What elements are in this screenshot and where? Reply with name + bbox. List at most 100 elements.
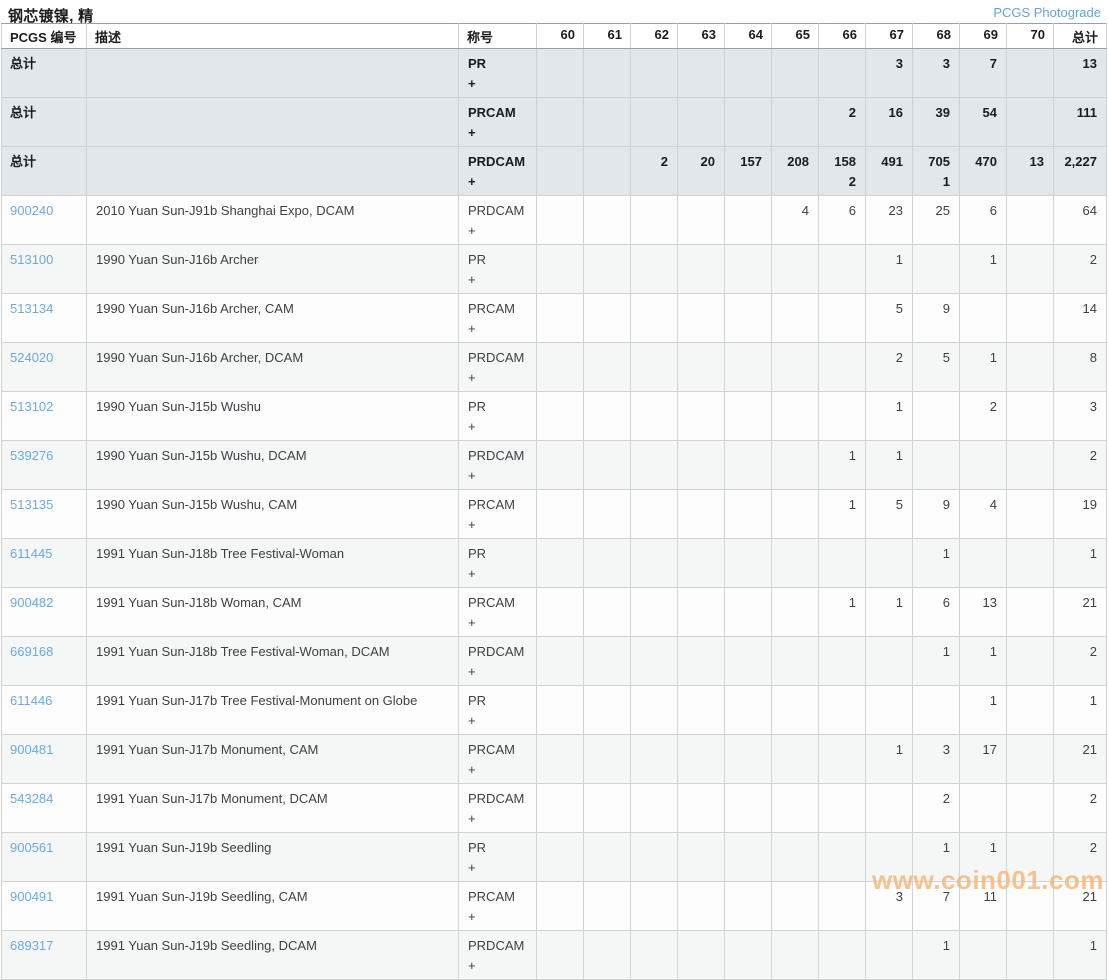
grade-count: 2 <box>895 350 903 365</box>
pcgs-number-link[interactable]: 611446 <box>10 693 52 708</box>
grade-65-cell <box>771 489 819 539</box>
summary-grade-65 <box>771 97 819 147</box>
coin-description: 1990 Yuan Sun-J15b Wushu, CAM <box>86 489 459 539</box>
grade-62-cell <box>630 244 678 294</box>
grade-60-cell <box>536 881 584 931</box>
grade-66-cell: 1 <box>818 440 866 490</box>
grade-70-cell <box>1006 881 1054 931</box>
pcgs-number-link[interactable]: 524020 <box>10 350 53 365</box>
grade-65-cell <box>771 391 819 441</box>
pcgs-number-link[interactable]: 900240 <box>10 203 53 218</box>
grade-70-cell <box>1006 342 1054 392</box>
summary-grade-63: 20 <box>677 146 725 196</box>
col-header-grade-61: 61 <box>583 23 631 49</box>
col-header-grade-64: 64 <box>724 23 772 49</box>
designation-cell: PRCAM + <box>458 881 537 931</box>
pcgs-number-link[interactable]: 513100 <box>10 252 53 267</box>
grade-60-cell <box>536 930 584 980</box>
grade-count: 4 <box>989 497 997 512</box>
grade-68-cell: 7 <box>912 881 960 931</box>
pcgs-number-link[interactable]: 539276 <box>10 448 53 463</box>
designation-plus: + <box>468 419 476 434</box>
grade-count: 1 <box>942 546 950 561</box>
pcgs-number-link[interactable]: 900481 <box>10 742 53 757</box>
grade-64-cell <box>724 342 772 392</box>
row-total: 1 <box>1053 930 1107 980</box>
grade-67-cell: 5 <box>865 489 913 539</box>
pcgs-number-link[interactable]: 513135 <box>10 497 53 512</box>
pcgs-photograde-link[interactable]: PCGS Photograde <box>993 5 1101 20</box>
row-total: 2 <box>1053 783 1107 833</box>
col-header-grade-67: 67 <box>865 23 913 49</box>
summary-grade-69: 470 <box>959 146 1007 196</box>
table-row: 900491 1991 Yuan Sun-J19b Seedling, CAM PR… <box>1 881 1107 931</box>
grade-65-cell <box>771 538 819 588</box>
table-row: 611445 1991 Yuan Sun-J18b Tree Festival-W… <box>1 538 1107 588</box>
pcgs-number-link[interactable]: 900491 <box>10 889 53 904</box>
summary-row: 总计 PR +3 3 7 13 <box>1 48 1107 98</box>
grade-70-cell <box>1006 587 1054 637</box>
summary-grade-67: 16 <box>865 97 913 147</box>
summary-total-label: 总计 <box>1 146 87 196</box>
grade-66-cell <box>818 293 866 343</box>
pcgs-number-link[interactable]: 900561 <box>10 840 53 855</box>
grade-count: 1 <box>895 252 903 267</box>
pcgs-number-link[interactable]: 611445 <box>10 546 52 561</box>
grade-69-cell: 2 <box>959 391 1007 441</box>
pcgs-number-link[interactable]: 689317 <box>10 938 53 953</box>
designation-cell: PRDCAM + <box>458 636 537 686</box>
grade-60-cell <box>536 244 584 294</box>
designation-cell: PR + <box>458 832 537 882</box>
pcgs-number-cell: 513102 <box>1 391 87 441</box>
grade-61-cell <box>583 783 631 833</box>
grade-67-cell <box>865 685 913 735</box>
pcgs-number-link[interactable]: 513102 <box>10 399 53 414</box>
grade-63-cell <box>677 538 725 588</box>
grade-63-cell <box>677 734 725 784</box>
table-row: 513134 1990 Yuan Sun-J16b Archer, CAM PRCA… <box>1 293 1107 343</box>
grade-67-cell <box>865 832 913 882</box>
pcgs-number-cell: 900481 <box>1 734 87 784</box>
grade-63-cell <box>677 783 725 833</box>
table-row: 689317 1991 Yuan Sun-J19b Seedling, DCAM P… <box>1 930 1107 980</box>
grade-62-cell <box>630 685 678 735</box>
summary-grade-69: 7 <box>959 48 1007 98</box>
designation-label: PR <box>468 693 487 708</box>
pcgs-number-link[interactable]: 900482 <box>10 595 53 610</box>
grade-64-cell <box>724 881 772 931</box>
grade-64-cell <box>724 734 772 784</box>
summary-grade-value: 2 <box>848 174 856 189</box>
pcgs-number-link[interactable]: 543284 <box>10 791 53 806</box>
grade-67-cell <box>865 636 913 686</box>
grade-count: 3 <box>942 742 950 757</box>
pcgs-number-cell: 611446 <box>1 685 87 735</box>
designation-cell: PRDCAM + <box>458 342 537 392</box>
grade-count: 1 <box>942 938 950 953</box>
grade-69-cell: 1 <box>959 244 1007 294</box>
summary-grade-value: 2 <box>660 154 668 169</box>
grade-count: 1 <box>942 840 950 855</box>
designation-label: PRCAM <box>468 742 515 757</box>
designation-plus: + <box>468 468 476 483</box>
grade-66-cell <box>818 342 866 392</box>
grade-count: 1 <box>989 693 997 708</box>
pcgs-number-link[interactable]: 669168 <box>10 644 53 659</box>
grade-63-cell <box>677 685 725 735</box>
summary-grade-67: 491 <box>865 146 913 196</box>
row-total: 21 <box>1053 734 1107 784</box>
summary-grade-value: 491 <box>881 154 903 169</box>
pcgs-number-cell: 513135 <box>1 489 87 539</box>
grade-70-cell <box>1006 195 1054 245</box>
summary-grade-62 <box>630 48 678 98</box>
summary-grade-64: 157 <box>724 146 772 196</box>
summary-grade-64 <box>724 48 772 98</box>
designation-cell: PR + <box>458 685 537 735</box>
coin-description: 1991 Yuan Sun-J17b Tree Festival-Monumen… <box>86 685 459 735</box>
designation-plus: + <box>468 223 476 238</box>
grade-63-cell <box>677 930 725 980</box>
summary-grade-68: 39 <box>912 97 960 147</box>
pcgs-number-link[interactable]: 513134 <box>10 301 53 316</box>
grade-68-cell: 1 <box>912 538 960 588</box>
grade-65-cell <box>771 293 819 343</box>
designation-label: PR <box>468 840 487 855</box>
